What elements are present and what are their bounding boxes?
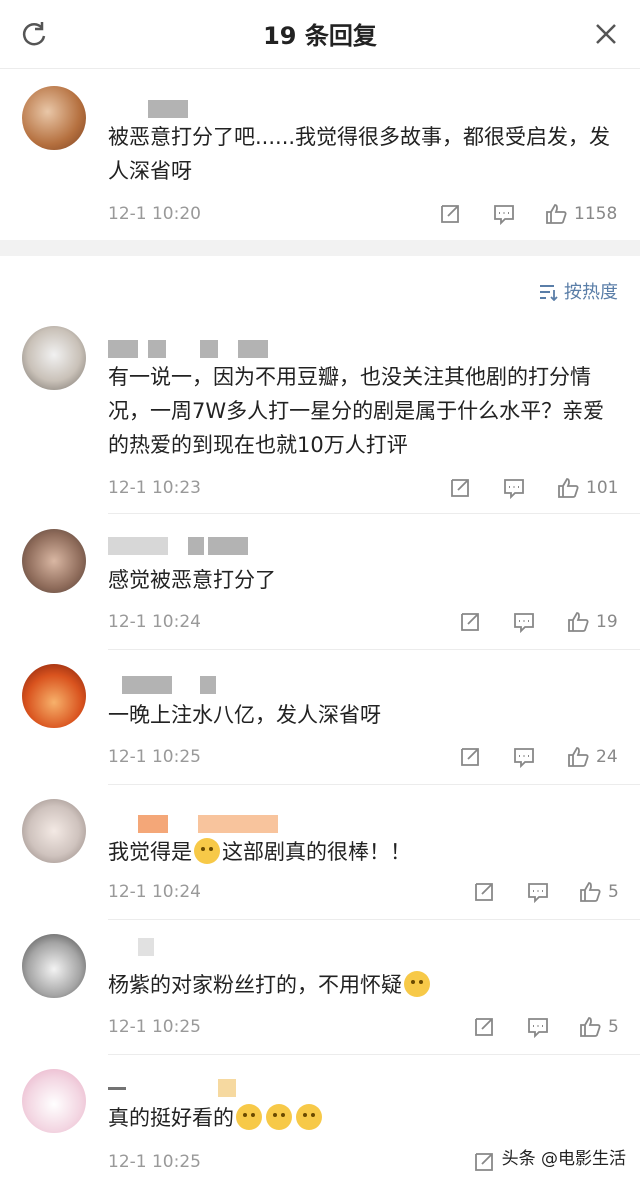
share-icon[interactable]: [458, 610, 482, 634]
share-icon[interactable]: [438, 202, 462, 226]
reply-item: 我觉得是 这部剧真的很棒！！ 12-1 10:24 5: [0, 785, 640, 920]
reply-item: 一晚上注水八亿，发人深省呀 12-1 10:25 24: [0, 650, 640, 785]
comment-time: 12-1 10:25: [108, 1152, 201, 1172]
divider: [108, 513, 640, 514]
thumbs-up-icon[interactable]: [578, 1015, 602, 1039]
comment-time: 12-1 10:20: [108, 204, 201, 224]
comment-time: 12-1 10:25: [108, 747, 201, 767]
like-count: 19: [596, 612, 618, 632]
username-blurred[interactable]: [108, 340, 268, 358]
comment-text: 有一说一，因为不用豆瓣，也没关注其他剧的打分情况，一周7W多人打一星分的剧是属于…: [108, 365, 605, 457]
comment-time: 12-1 10:23: [108, 478, 201, 498]
avatar[interactable]: [22, 799, 86, 863]
comment-icon[interactable]: [492, 202, 516, 226]
share-icon[interactable]: [448, 476, 472, 500]
comment-icon[interactable]: [502, 476, 526, 500]
comment-meta: 12-1 10:25 24: [108, 743, 618, 773]
comment-text: 真的挺好看的: [108, 1101, 618, 1135]
share-icon[interactable]: [472, 1015, 496, 1039]
smile-emoji-icon: [404, 971, 430, 997]
reply-item: 有一说一，因为不用豆瓣，也没关注其他剧的打分情况，一周7W多人打一星分的剧是属于…: [0, 318, 640, 514]
comment-meta: 12-1 10:25 5: [108, 1013, 619, 1043]
like-count: 24: [596, 747, 618, 767]
sad-emoji-icon: [266, 1104, 292, 1130]
comment-text: 感觉被恶意打分了: [108, 568, 276, 592]
thumbs-up-icon[interactable]: [578, 880, 602, 904]
sad-emoji-icon: [236, 1104, 262, 1130]
avatar[interactable]: [22, 934, 86, 998]
avatar[interactable]: [22, 1069, 86, 1133]
comment-meta: 12-1 10:23 101: [108, 474, 618, 504]
username-blurred[interactable]: [108, 1079, 238, 1097]
comment-time: 12-1 10:24: [108, 612, 201, 632]
top-comment: 被恶意打分了吧......我觉得很多故事，都很受启发，发人深省呀 12-1 10…: [0, 68, 640, 240]
sort-button[interactable]: 按热度: [538, 278, 618, 304]
reply-item: 感觉被恶意打分了 12-1 10:24 19: [0, 515, 640, 650]
comment-icon[interactable]: [512, 610, 536, 634]
like-count: 101: [586, 478, 619, 498]
share-icon[interactable]: [458, 745, 482, 769]
like-count: 5: [608, 882, 619, 902]
watermark: 头条 @电影生活: [501, 1149, 626, 1169]
like-count: 1158: [574, 204, 618, 224]
thumbs-up-icon[interactable]: [566, 745, 590, 769]
username-blurred[interactable]: [108, 938, 168, 956]
comment-text-body: 真的挺好看的: [108, 1106, 234, 1130]
sort-icon: [540, 285, 558, 302]
thumbs-up-icon[interactable]: [544, 202, 568, 226]
avatar[interactable]: [22, 664, 86, 728]
share-icon[interactable]: [472, 880, 496, 904]
crying-emoji-icon: [194, 838, 220, 864]
comment-time: 12-1 10:24: [108, 882, 201, 902]
comment-meta: 12-1 10:24 5: [108, 878, 619, 908]
username-blurred[interactable]: [108, 815, 278, 833]
username-blurred[interactable]: [108, 537, 248, 555]
thumbs-up-icon[interactable]: [556, 476, 580, 500]
comment-meta: 12-1 10:24 19: [108, 608, 618, 638]
sad-emoji-icon: [296, 1104, 322, 1130]
like-count: 5: [608, 1017, 619, 1037]
comment-icon[interactable]: [512, 745, 536, 769]
page-title: 19 条回复: [263, 22, 377, 50]
comment-text: 我觉得是 这部剧真的很棒！！: [108, 835, 618, 869]
comment-icon[interactable]: [526, 880, 550, 904]
header: 19 条回复: [0, 0, 640, 69]
comment-text: 一晚上注水八亿，发人深省呀: [108, 703, 381, 727]
username-blurred[interactable]: [108, 676, 218, 694]
avatar[interactable]: [22, 529, 86, 593]
comment-text: 杨紫的对家粉丝打的，不用怀疑: [108, 968, 618, 1002]
comment-text: 被恶意打分了吧......我觉得很多故事，都很受启发，发人深省呀: [108, 125, 611, 183]
comment-time: 12-1 10:25: [108, 1017, 201, 1037]
share-icon[interactable]: [472, 1150, 496, 1174]
comment-text-start: 我觉得是: [108, 840, 192, 864]
comment-text-end: 这部剧真的很棒！！: [222, 840, 411, 864]
avatar[interactable]: [22, 326, 86, 390]
sort-label: 按热度: [564, 282, 618, 303]
thumbs-up-icon[interactable]: [566, 610, 590, 634]
section-divider: [0, 240, 640, 256]
close-icon[interactable]: [592, 20, 620, 48]
comment-icon[interactable]: [526, 1015, 550, 1039]
username-blurred[interactable]: [108, 100, 198, 118]
comment-meta: 12-1 10:20 1158: [108, 200, 618, 230]
avatar[interactable]: [22, 86, 86, 150]
comment-text-body: 杨紫的对家粉丝打的，不用怀疑: [108, 973, 402, 997]
reply-item: 杨紫的对家粉丝打的，不用怀疑 12-1 10:25 5: [0, 920, 640, 1055]
